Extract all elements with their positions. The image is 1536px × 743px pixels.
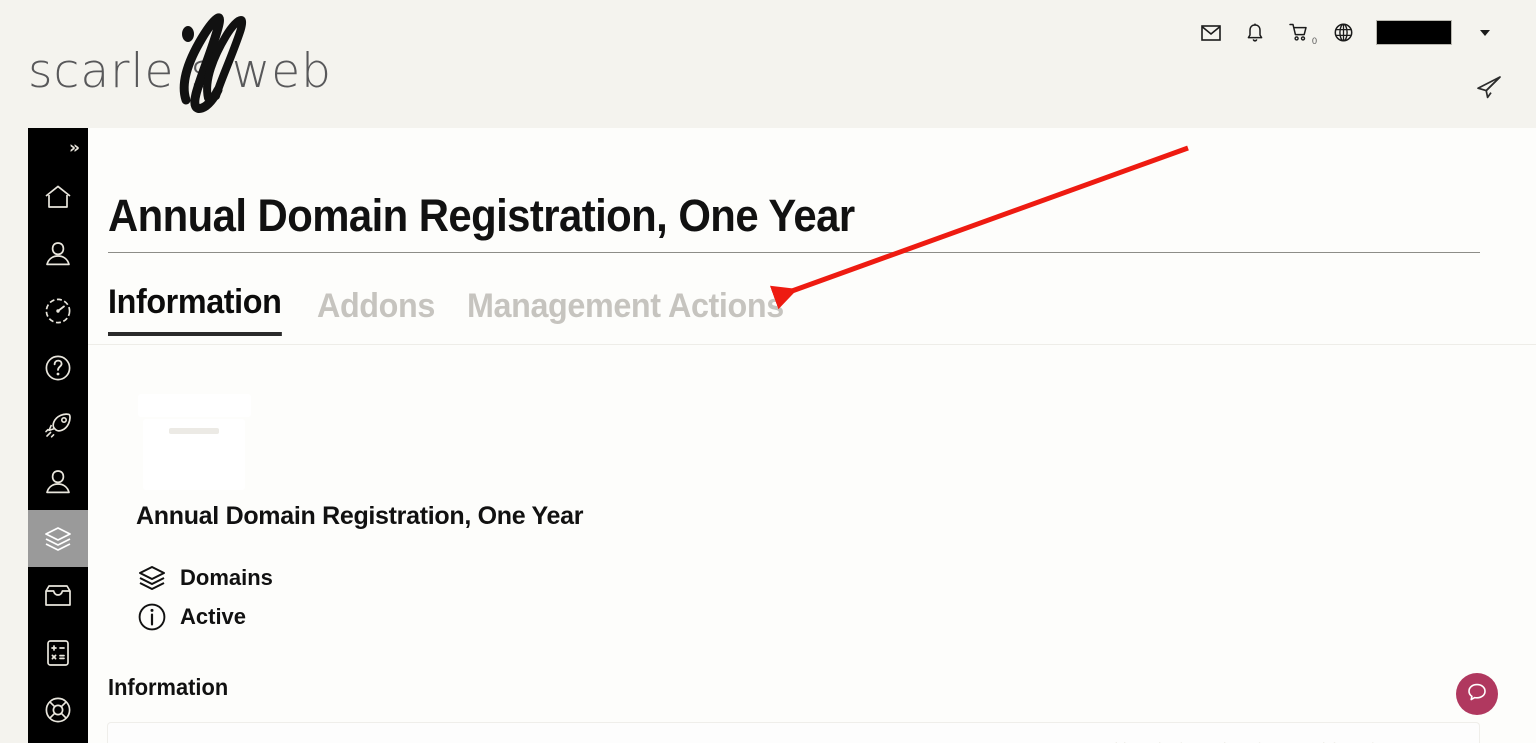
- rocket-icon: [43, 411, 73, 439]
- main-content: Annual Domain Registration, One Year Inf…: [88, 128, 1536, 743]
- header-icon-bar: 0: [1200, 20, 1490, 46]
- person-icon: [44, 469, 72, 495]
- mail-icon[interactable]: [1200, 21, 1222, 45]
- product-image-placeholder: [136, 394, 252, 490]
- bell-icon[interactable]: [1244, 21, 1266, 45]
- sidebar-item-account[interactable]: [28, 225, 88, 282]
- sidebar-item-help[interactable]: [28, 681, 88, 738]
- product-status-row: Active: [136, 601, 246, 633]
- calculator-icon: [45, 639, 71, 667]
- inbox-icon: [43, 583, 73, 609]
- chat-bubble-button[interactable]: [1456, 673, 1498, 715]
- app-root: scarle s web 0 » Annual Domain Registrat…: [0, 0, 1536, 743]
- sidebar-item-dashboard[interactable]: [28, 282, 88, 339]
- username-redacted[interactable]: [1376, 20, 1452, 45]
- layers-icon: [43, 525, 73, 553]
- cart-icon[interactable]: 0: [1288, 21, 1317, 46]
- page-title: Annual Domain Registration, One Year: [108, 190, 855, 241]
- tab-bar: Information Addons Management Actions: [108, 283, 800, 336]
- placeholder-top-bar: [138, 394, 251, 417]
- sidebar-item-getting-started[interactable]: [28, 396, 88, 453]
- product-category-row: Domains: [136, 562, 273, 594]
- user-icon: [44, 241, 72, 267]
- sidebar-item-support[interactable]: [28, 339, 88, 396]
- chevron-down-icon[interactable]: [1480, 29, 1490, 36]
- lifering-icon: [44, 696, 72, 724]
- chat-icon: [1466, 681, 1488, 708]
- page-header: scarle s web 0: [0, 0, 1536, 128]
- sidebar-nav: »: [28, 128, 88, 743]
- paper-plane-icon[interactable]: [1474, 72, 1504, 102]
- sidebar-item-profile[interactable]: [28, 453, 88, 510]
- tab-information[interactable]: Information: [108, 283, 282, 336]
- tab-divider: [88, 344, 1536, 345]
- sidebar-item-inbox[interactable]: [28, 567, 88, 624]
- product-name: Annual Domain Registration, One Year: [136, 502, 584, 530]
- tab-addons[interactable]: Addons: [317, 287, 435, 336]
- info-circle-icon: [136, 601, 168, 633]
- section-heading-information: Information: [108, 674, 229, 700]
- sidebar-item-billing[interactable]: [28, 624, 88, 681]
- sidebar-item-home[interactable]: [28, 168, 88, 225]
- placeholder-line: [169, 428, 219, 434]
- title-divider: [108, 252, 1480, 253]
- tab-management-actions[interactable]: Management Actions: [467, 287, 784, 336]
- brand-script-mark: [179, 13, 247, 113]
- status-badge: Active: [180, 604, 247, 629]
- sidebar-expand-toggle[interactable]: »: [28, 128, 88, 168]
- gauge-icon: [44, 297, 72, 325]
- cart-count-badge: 0: [1311, 35, 1317, 46]
- question-circle-icon: [44, 354, 72, 382]
- product-category-label: Domains: [180, 565, 273, 590]
- brand-logo[interactable]: scarle s web: [28, 13, 358, 114]
- home-icon: [44, 184, 72, 210]
- layers-icon: [136, 562, 168, 594]
- sidebar-item-services[interactable]: [28, 510, 88, 567]
- globe-icon[interactable]: [1332, 21, 1354, 45]
